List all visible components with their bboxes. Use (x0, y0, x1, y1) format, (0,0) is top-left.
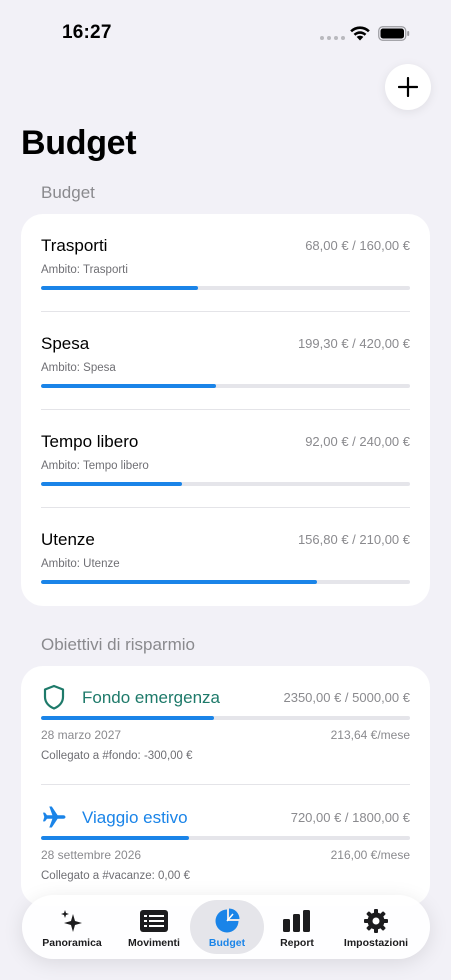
gear-icon (364, 909, 388, 933)
cellular-signal-icon (320, 36, 345, 40)
goals-section-header: Obiettivi di risparmio (41, 635, 195, 654)
budget-amount: 156,80 € / 210,00 € (297, 532, 410, 547)
list-icon (140, 910, 168, 932)
budget-scope: Ambito: Spesa (41, 362, 116, 374)
goal-amount: 720,00 € / 1800,00 € (290, 810, 410, 825)
goals-list-card: Fondo emergenza 2350,00 € / 5000,00 € 28… (21, 666, 430, 906)
budget-progress-fill (41, 384, 217, 388)
budget-amount: 92,00 € / 240,00 € (305, 434, 410, 449)
budget-amount: 68,00 € / 160,00 € (305, 238, 410, 253)
budget-list-card: Trasporti 68,00 € / 160,00 € Ambito: Tra… (21, 214, 430, 606)
budget-progress-bar (41, 482, 410, 486)
budget-row[interactable]: Utenze 156,80 € / 210,00 € Ambito: Utenz… (41, 508, 410, 606)
divider (41, 784, 410, 785)
airplane-icon (43, 806, 66, 828)
goal-amount: 2350,00 € / 5000,00 € (283, 690, 410, 705)
battery-icon (378, 26, 410, 41)
budget-scope: Ambito: Utenze (41, 558, 120, 570)
budget-progress-bar (41, 580, 410, 584)
goal-monthly-amount: 213,64 €/mese (330, 728, 410, 742)
wifi-icon (350, 26, 370, 41)
goal-progress-bar (41, 716, 410, 720)
tab-movimenti[interactable]: Movimenti (113, 900, 195, 954)
tab-label: Impostazioni (343, 937, 409, 949)
budget-row[interactable]: Tempo libero 92,00 € / 240,00 € Ambito: … (41, 410, 410, 508)
goal-monthly-amount: 216,00 €/mese (330, 848, 410, 862)
tab-impostazioni[interactable]: Impostazioni (336, 900, 416, 954)
budget-name: Utenze (41, 530, 95, 549)
budget-scope: Ambito: Tempo libero (41, 460, 149, 472)
page-title: Budget (21, 124, 137, 162)
bar-chart-icon (283, 910, 310, 932)
tab-label: Report (280, 937, 314, 949)
budget-progress-fill (41, 482, 183, 486)
goal-target-date: 28 marzo 2027 (41, 728, 122, 742)
sparkles-icon (61, 910, 82, 932)
plus-icon (398, 77, 418, 97)
budget-name: Trasporti (41, 236, 108, 255)
goal-row[interactable]: Viaggio estivo 720,00 € / 1800,00 € 28 s… (41, 786, 410, 896)
goal-progress-bar (41, 836, 410, 840)
goal-row[interactable]: Fondo emergenza 2350,00 € / 5000,00 € 28… (41, 666, 410, 776)
budget-scope: Ambito: Trasporti (41, 264, 128, 276)
budget-section-header: Budget (41, 183, 95, 202)
tab-report[interactable]: Report (262, 900, 332, 954)
budget-name: Spesa (41, 334, 90, 353)
budget-progress-fill (41, 580, 317, 584)
tab-label: Movimenti (128, 937, 180, 949)
tab-panoramica[interactable]: Panoramica (28, 900, 116, 954)
budget-progress-bar (41, 286, 410, 290)
goal-name: Viaggio estivo (82, 808, 188, 827)
status-bar: 16:27 (0, 0, 451, 60)
budget-name: Tempo libero (41, 432, 139, 451)
add-button[interactable] (385, 64, 431, 110)
goal-linked-tag: Collegato a #fondo: -300,00 € (41, 750, 193, 762)
tab-bar: Panoramica Movimenti Budget Report Impos… (22, 895, 430, 959)
pie-chart-icon (215, 908, 240, 933)
budget-amount: 199,30 € / 420,00 € (297, 336, 410, 351)
tab-label: Panoramica (42, 937, 102, 949)
tab-label: Budget (208, 937, 246, 949)
tab-budget[interactable]: Budget (190, 900, 264, 954)
goal-name: Fondo emergenza (82, 688, 220, 707)
status-time: 16:27 (62, 22, 112, 43)
goal-linked-tag: Collegato a #vacanze: 0,00 € (41, 870, 190, 882)
goal-progress-fill (41, 716, 215, 720)
budget-row[interactable]: Spesa 199,30 € / 420,00 € Ambito: Spesa (41, 312, 410, 410)
budget-progress-fill (41, 286, 198, 290)
goal-target-date: 28 settembre 2026 (41, 848, 142, 862)
budget-progress-bar (41, 384, 410, 388)
budget-row[interactable]: Trasporti 68,00 € / 160,00 € Ambito: Tra… (41, 214, 410, 312)
shield-icon (43, 684, 65, 710)
goal-progress-fill (41, 836, 189, 840)
